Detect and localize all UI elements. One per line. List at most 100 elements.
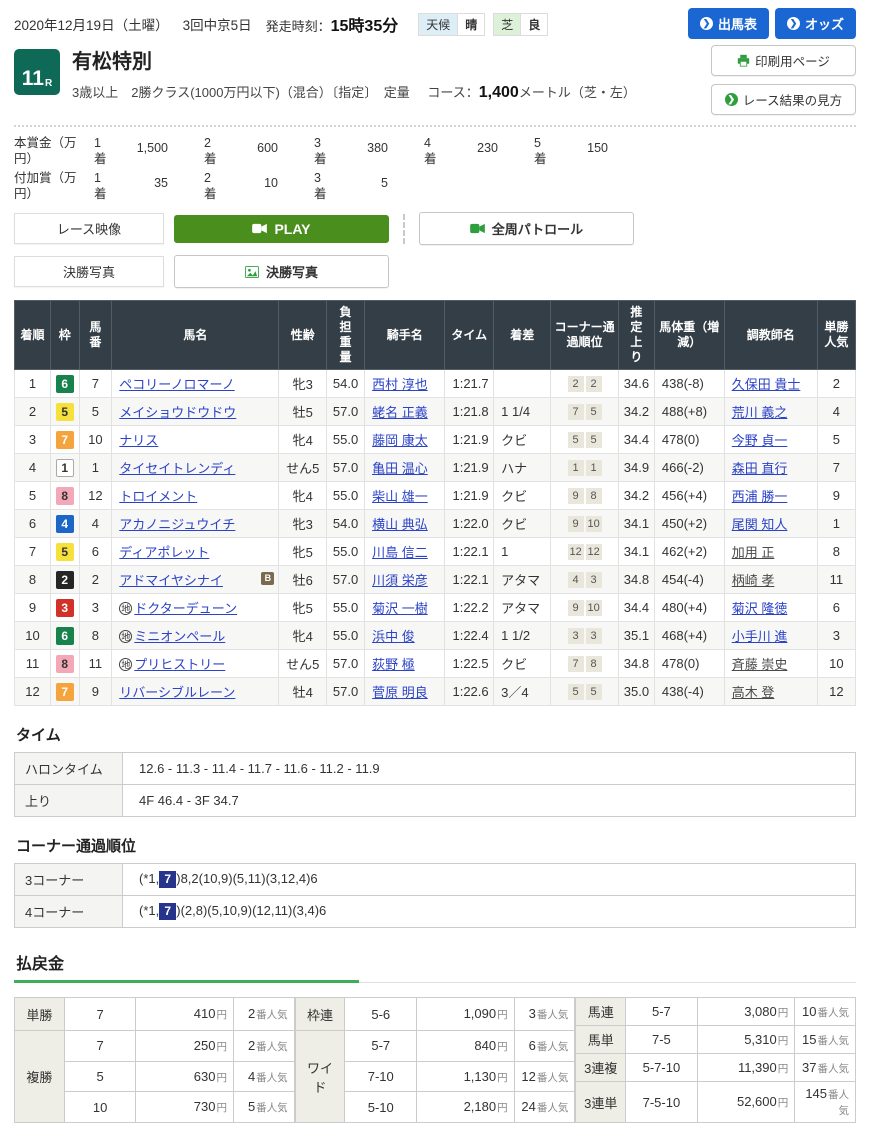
load-weight: 57.0	[327, 454, 365, 482]
horse-name-link[interactable]: ディアポレット	[119, 545, 209, 560]
race-title: 有松特別	[72, 45, 636, 74]
corner-3-position: 9	[568, 600, 584, 616]
payout-table-left: 単勝 7 410円 2番人気 複勝 7 250円 2番人気 5 630円 4番人…	[14, 997, 295, 1123]
sex-age: 牝5	[279, 538, 327, 566]
finish-time: 1:22.5	[445, 650, 494, 678]
horse-name-link[interactable]: プリヒストリー	[134, 657, 225, 672]
horse-name-link[interactable]: アカノニジュウイチ	[119, 517, 235, 532]
waku-badge: 5	[56, 543, 74, 561]
trainer-link[interactable]: 斉藤 崇史	[732, 657, 788, 672]
bet-type: 3連複	[576, 1054, 626, 1082]
corner-3-position: 12	[568, 544, 584, 560]
horse-name-link[interactable]: トロイメント	[119, 489, 197, 504]
corner-4-position: 5	[586, 404, 602, 420]
trainer-link[interactable]: 菊沢 隆徳	[732, 601, 788, 616]
print-page-button[interactable]: 印刷用ページ	[711, 45, 856, 76]
odds-button[interactable]: ❯ オッズ	[775, 8, 856, 39]
jockey-link[interactable]: 西村 淳也	[372, 377, 428, 392]
col-header-horse-number: 馬番	[79, 301, 112, 370]
jockey-link[interactable]: 浜中 俊	[372, 629, 415, 644]
trainer-link[interactable]: 森田 直行	[732, 461, 788, 476]
prize-value: 35	[112, 170, 182, 198]
jockey-link[interactable]: 横山 典弘	[372, 517, 428, 532]
sex-age: せん5	[279, 454, 327, 482]
horse-name-cell: アドマイヤシナイB	[112, 566, 279, 594]
margin: アタマ	[494, 566, 551, 594]
waku-badge: 1	[56, 459, 74, 477]
horse-name-link[interactable]: リバーシブルレーン	[119, 685, 235, 700]
race-number-suffix: R	[45, 79, 52, 89]
bet-ninki: 37番人気	[795, 1054, 856, 1082]
play-button[interactable]: PLAY	[174, 215, 389, 243]
horse-name-link[interactable]: タイセイトレンディ	[119, 461, 235, 476]
trainer-cell: 久保田 貴士	[724, 370, 817, 398]
waku-badge: 5	[56, 403, 74, 421]
horse-name-link[interactable]: メイショウドウドウ	[119, 405, 236, 420]
bet-type: 馬単	[576, 1026, 626, 1054]
win-ninki: 9	[817, 482, 855, 510]
kaisai-info: 3回中京5日	[183, 14, 252, 34]
trainer-link[interactable]: 柄崎 孝	[732, 573, 775, 588]
race-video-label: レース映像	[14, 213, 164, 244]
jockey-link[interactable]: 蛯名 正義	[372, 405, 428, 420]
jockey-link[interactable]: 柴山 雄一	[372, 489, 428, 504]
load-weight: 55.0	[327, 426, 365, 454]
prize-rank: 2着	[204, 170, 222, 203]
bet-type: 3連単	[576, 1082, 626, 1123]
jockey-link[interactable]: 川島 信二	[372, 545, 428, 560]
trainer-link[interactable]: 加用 正	[732, 545, 775, 560]
body-weight: 480(+4)	[654, 594, 724, 622]
corner-3-position: 9	[568, 516, 584, 532]
jockey-link[interactable]: 菊沢 一樹	[372, 601, 428, 616]
col-header-load: 負担重量	[327, 301, 365, 370]
patrol-video-button[interactable]: 全周パトロール	[419, 212, 634, 245]
trainer-link[interactable]: 小手川 進	[732, 629, 788, 644]
corner-3-position: 7	[568, 656, 584, 672]
prize-rank: 3着	[314, 135, 332, 168]
turf-label-badge: 芝	[493, 13, 520, 36]
trainer-link[interactable]: 荒川 義之	[732, 405, 788, 420]
bet-combo: 7	[64, 998, 136, 1031]
jockey-link[interactable]: 亀田 温心	[372, 461, 428, 476]
horse-name-link[interactable]: ミニオンペール	[134, 629, 225, 644]
waku-cell: 6	[50, 622, 79, 650]
trainer-link[interactable]: 西浦 勝一	[732, 489, 788, 504]
sex-age: 牡4	[279, 678, 327, 706]
shutsuba-button[interactable]: ❯ 出馬表	[688, 8, 769, 39]
corner3-label: 3コーナー	[15, 864, 123, 896]
body-weight: 456(+4)	[654, 482, 724, 510]
main-prize-label: 本賞金（万円）	[14, 135, 94, 168]
bet-type: 馬連	[576, 998, 626, 1026]
waku-cell: 8	[50, 650, 79, 678]
horse-name-link[interactable]: アドマイヤシナイ	[119, 573, 223, 588]
horse-number: 6	[79, 538, 112, 566]
horse-name-link[interactable]: ナリス	[119, 433, 158, 448]
trainer-link[interactable]: 尾関 知人	[732, 517, 788, 532]
jockey-link[interactable]: 荻野 極	[372, 657, 415, 672]
win-ninki: 8	[817, 538, 855, 566]
jockey-cell: 川島 信二	[365, 538, 445, 566]
body-weight: 438(-4)	[654, 678, 724, 706]
bet-amount: 11,390円	[697, 1054, 795, 1082]
col-header-trainer: 調教師名	[724, 301, 817, 370]
trainer-link[interactable]: 高木 登	[732, 685, 775, 700]
corner-table: 3コーナー (*1,7)8,2(10,9)(5,11)(3,12,4)6 4コー…	[14, 863, 856, 928]
jockey-link[interactable]: 藤岡 康太	[372, 433, 428, 448]
waku-cell: 7	[50, 678, 79, 706]
extra-prize-row: 付加賞（万円） 1着35 2着10 3着5	[14, 170, 856, 203]
result-row: 4 1 1 タイセイトレンディ せん5 57.0 亀田 温心 1:21.9 ハナ…	[15, 454, 856, 482]
winner-highlight: 7	[159, 871, 176, 888]
prize-section: 本賞金（万円） 1着1,500 2着600 3着380 4着230 5着150 …	[14, 135, 856, 202]
bet-amount: 3,080円	[697, 998, 795, 1026]
result-guide-button[interactable]: ❯ レース結果の見方	[711, 84, 856, 115]
trainer-link[interactable]: 久保田 貴士	[732, 377, 801, 392]
horse-name-link[interactable]: ペコリーノロマーノ	[119, 377, 234, 392]
horse-name-link[interactable]: ドクターデューン	[134, 601, 237, 616]
trainer-link[interactable]: 今野 貞一	[732, 433, 788, 448]
finish-photo-button[interactable]: 決勝写真	[174, 255, 389, 288]
photo-row: 決勝写真 決勝写真	[14, 255, 856, 288]
jockey-link[interactable]: 川須 栄彦	[372, 573, 428, 588]
bet-type: 複勝	[15, 1031, 65, 1123]
jockey-link[interactable]: 菅原 明良	[372, 685, 428, 700]
bet-amount: 1,090円	[417, 998, 515, 1031]
